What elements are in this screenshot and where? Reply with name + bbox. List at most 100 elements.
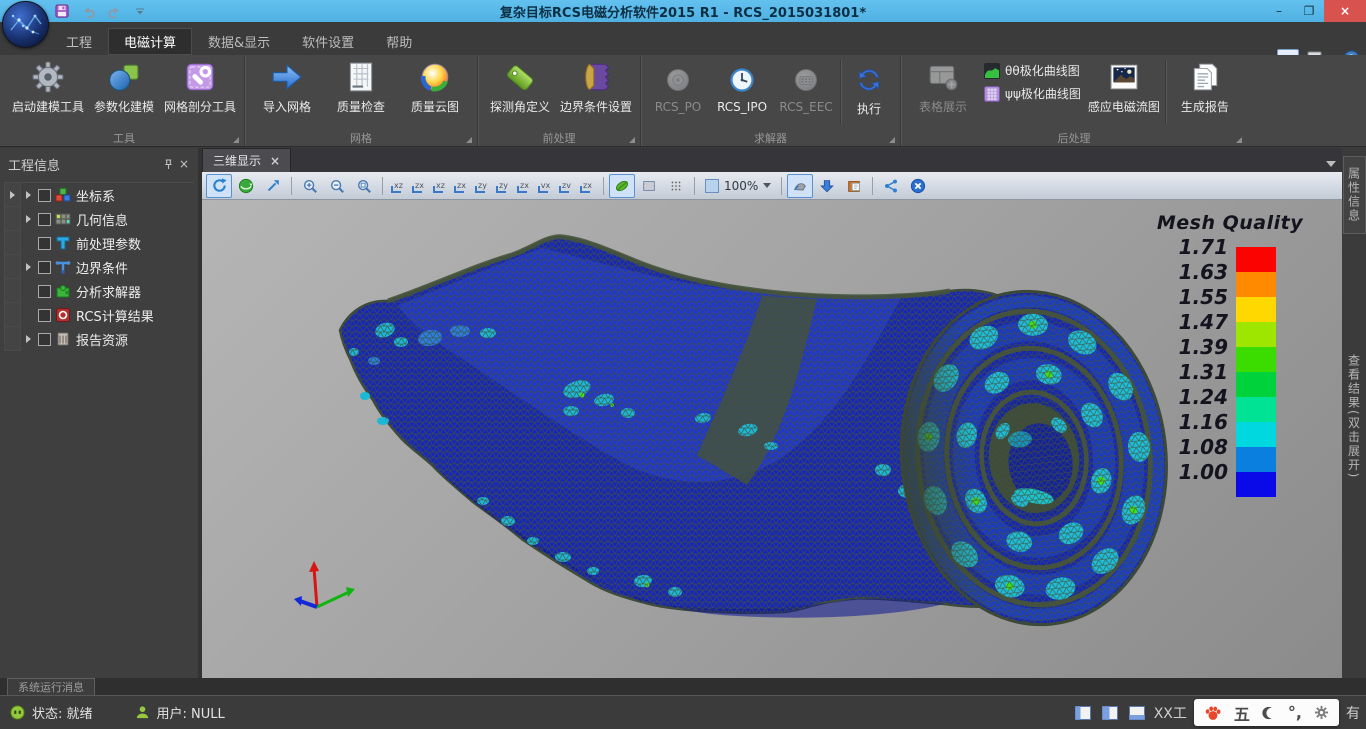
generate-report-button[interactable]: 生成报告 [1168, 56, 1242, 115]
delete-view-icon[interactable] [905, 174, 931, 198]
psi-polarization-button[interactable]: ψψ极化曲线图 [984, 85, 1081, 102]
panel-close-icon[interactable]: × [176, 157, 192, 171]
tab-list-dropdown-icon[interactable] [1326, 161, 1336, 167]
tree-gutter-cell [4, 279, 21, 303]
scene-browser-icon[interactable] [841, 174, 867, 198]
theta-polarization-button[interactable]: θθ极化曲线图 [984, 62, 1081, 79]
menu-tab-4[interactable]: 帮助 [370, 28, 428, 55]
tree-item-4[interactable]: 分析求解器 [4, 279, 194, 303]
em-current-map-button[interactable]: 感应电磁流图 [1085, 56, 1163, 115]
rcs-eec-button[interactable]: RCS_EEC [774, 56, 838, 114]
tree-expander-icon[interactable] [21, 215, 36, 223]
ime-settings-gear-icon[interactable] [1314, 705, 1329, 720]
quality-cloud-button[interactable]: 质量云图 [398, 56, 472, 115]
rcs-ipo-button[interactable]: RCS_IPO [710, 56, 774, 114]
execute-button[interactable]: 执行 [843, 56, 895, 117]
tree-item-1[interactable]: 几何信息 [4, 207, 194, 231]
mesh-quality-view-icon[interactable] [787, 174, 813, 198]
orbit-icon[interactable] [233, 174, 259, 198]
launch-modeler-button[interactable]: 启动建模工具 [9, 56, 87, 115]
app-logo[interactable] [2, 1, 49, 48]
view-preset-zx-9[interactable]: zx [577, 176, 598, 196]
restore-button[interactable]: ❐ [1294, 0, 1324, 22]
ime-toolbar[interactable]: 五 °, [1194, 699, 1339, 726]
view-preset-zx-6[interactable]: zx [514, 176, 535, 196]
tree-item-3[interactable]: 边界条件 [4, 255, 194, 279]
redo-icon[interactable] [106, 3, 122, 19]
shaded-view-icon[interactable] [609, 174, 635, 198]
tab-close-icon[interactable]: × [270, 154, 280, 168]
3d-viewport-canvas[interactable]: Mesh Quality 1.711.631.551.471.391.311.2… [202, 200, 1342, 678]
undo-icon[interactable] [80, 3, 96, 19]
view-preset-zy-5[interactable]: zy [493, 176, 514, 196]
quality-check-button[interactable]: 质量检查 [324, 56, 398, 115]
tree-checkbox[interactable] [38, 309, 51, 322]
rotate-view-icon[interactable] [206, 174, 232, 198]
view-preset-zy-4[interactable]: zy [472, 176, 493, 196]
menu-tab-1[interactable]: 电磁计算 [108, 28, 192, 55]
quick-access-dropdown-icon[interactable] [132, 3, 148, 19]
down-arrow-icon[interactable] [814, 174, 840, 198]
layout-left-wide-icon[interactable] [1100, 704, 1120, 722]
tree-expander-icon[interactable] [21, 335, 36, 343]
tree-expander-icon[interactable] [21, 287, 36, 295]
ime-moon-icon[interactable] [1262, 706, 1276, 720]
rainbow-sphere-icon [418, 60, 452, 94]
points-view-icon[interactable] [663, 174, 689, 198]
share-link-icon[interactable] [878, 174, 904, 198]
tree-checkbox[interactable] [38, 213, 51, 226]
zoom-dropdown-icon[interactable] [763, 183, 771, 188]
tab-3d-display[interactable]: 三维显示 × [202, 148, 291, 172]
tree-icon [55, 283, 71, 299]
rcs-po-button[interactable]: RCS_PO [646, 56, 710, 114]
zoom-level-control[interactable]: 100% [700, 179, 776, 193]
view-preset-zx-1[interactable]: zx [409, 176, 430, 196]
legend-color-6 [1236, 397, 1276, 422]
tree-expander-icon[interactable] [21, 311, 36, 319]
pin-icon[interactable] [160, 157, 176, 171]
zoom-in-icon[interactable] [297, 174, 323, 198]
view-preset-xz-2[interactable]: xz [430, 176, 451, 196]
menu-tab-0[interactable]: 工程 [50, 28, 108, 55]
minimize-button[interactable]: – [1264, 0, 1294, 22]
tree-item-0[interactable]: 坐标系 [4, 183, 194, 207]
view-preset-zx-3[interactable]: zx [451, 176, 472, 196]
pan-zoom-arrow-icon[interactable] [260, 174, 286, 198]
tree-expander-icon[interactable] [21, 263, 36, 271]
layout-left-panel-icon[interactable] [1073, 704, 1093, 722]
view-preset-vx-7[interactable]: vx [535, 176, 556, 196]
tree-expander-icon[interactable] [21, 239, 36, 247]
tree-checkbox[interactable] [38, 333, 51, 346]
close-button[interactable]: × [1324, 0, 1366, 22]
tab-view-results[interactable]: 查看结果(双击展开) [1346, 354, 1363, 479]
probe-angle-button[interactable]: 探测角定义 [483, 56, 557, 115]
tree-checkbox[interactable] [38, 237, 51, 250]
tree-item-2[interactable]: 前处理参数 [4, 231, 194, 255]
import-mesh-button[interactable]: 导入网格 [250, 56, 324, 115]
mesh-tool-button[interactable]: 网格剖分工具 [161, 56, 239, 115]
layout-bottom-panel-icon[interactable] [1127, 704, 1147, 722]
tree-checkbox[interactable] [38, 285, 51, 298]
boundary-settings-button[interactable]: 边界条件设置 [557, 56, 635, 115]
menu-tab-3[interactable]: 软件设置 [286, 28, 370, 55]
zoom-out-icon[interactable] [324, 174, 350, 198]
save-icon[interactable] [54, 3, 70, 19]
tree-checkbox[interactable] [38, 261, 51, 274]
wireframe-view-icon[interactable] [636, 174, 662, 198]
tree-checkbox[interactable] [38, 189, 51, 202]
zoom-window-icon[interactable] [351, 174, 377, 198]
ime-wubi-mode[interactable]: 五 [1234, 701, 1250, 725]
tree-item-5[interactable]: RCS计算结果 [4, 303, 194, 327]
view-preset-xz-0[interactable]: xz [388, 176, 409, 196]
tree-item-6[interactable]: 报告资源 [4, 327, 194, 351]
legend-value-3: 1.47 [1154, 312, 1228, 332]
ime-paw-icon[interactable] [1204, 704, 1222, 722]
tree-expander-icon[interactable] [21, 191, 36, 199]
menu-tab-2[interactable]: 数据&显示 [192, 28, 286, 55]
table-display-button[interactable]: 表格展示 [906, 56, 980, 115]
parametric-modeling-button[interactable]: 参数化建模 [87, 56, 161, 115]
view-preset-zv-8[interactable]: zv [556, 176, 577, 196]
ime-punct-mode[interactable]: °, [1288, 703, 1302, 722]
tab-property-info[interactable]: 属性信息 [1343, 156, 1366, 234]
tab-system-messages[interactable]: 系统运行消息 [7, 678, 95, 695]
